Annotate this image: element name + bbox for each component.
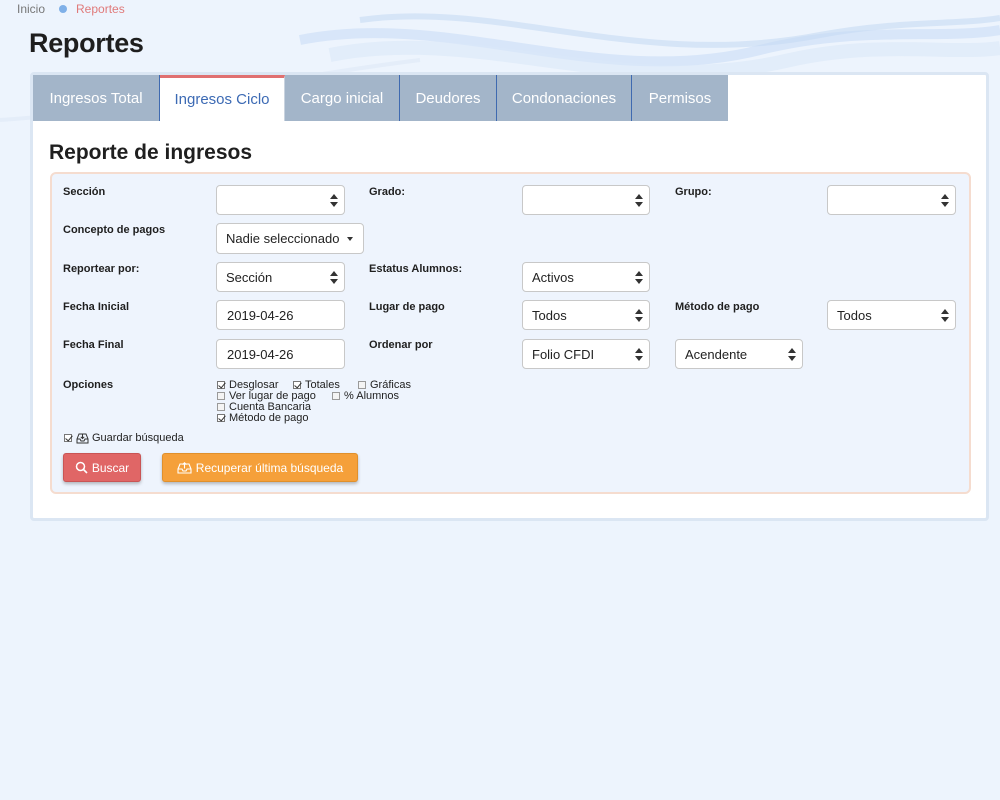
buscar-button-label: Buscar <box>91 460 130 475</box>
seccion-label: Sección <box>63 186 106 198</box>
metodo-pago-label: Método de pago <box>675 301 760 313</box>
option-porcentaje-alumnos[interactable]: % Alumnos <box>332 390 399 402</box>
select-arrows-icon <box>635 271 643 284</box>
select-arrows-icon <box>941 194 949 207</box>
recuperar-busqueda-label: Recuperar última búsqueda <box>195 460 344 475</box>
select-arrows-icon <box>330 271 338 284</box>
guardar-busqueda-label: Guardar búsqueda <box>92 432 184 444</box>
caret-down-icon <box>347 236 354 241</box>
inbox-upload-icon <box>177 461 192 474</box>
section-title: Reporte de ingresos <box>49 141 253 164</box>
fecha-inicial-label: Fecha Inicial <box>63 301 130 313</box>
fecha-final-input[interactable]: 2019-04-26 <box>216 339 345 369</box>
checkbox-checked-icon <box>293 381 301 389</box>
reportear-value: Sección <box>226 269 273 285</box>
inbox-icon <box>76 433 89 443</box>
checkbox-unchecked-icon <box>358 381 366 389</box>
tab-ingresos-total[interactable]: Ingresos Total <box>33 75 160 121</box>
reports-panel: Ingresos Total Ingresos Ciclo Cargo inic… <box>30 72 989 521</box>
page-title: Reportes <box>29 28 144 58</box>
tab-cargo-inicial[interactable]: Cargo inicial <box>285 75 400 121</box>
checkbox-unchecked-icon <box>332 392 340 400</box>
metodo-pago-select[interactable]: Todos <box>827 300 956 330</box>
opciones-label: Opciones <box>63 379 114 391</box>
fecha-inicial-input[interactable]: 2019-04-26 <box>216 300 345 330</box>
breadcrumb-home-link[interactable]: Inicio <box>17 2 45 16</box>
estatus-label: Estatus Alumnos: <box>369 263 463 275</box>
option-metodo-pago[interactable]: Método de pago <box>217 412 309 424</box>
select-arrows-icon <box>635 309 643 322</box>
search-icon <box>75 461 88 474</box>
option-label: % Alumnos <box>344 390 400 402</box>
ordenar-value: Folio CFDI <box>532 346 595 362</box>
select-arrows-icon <box>788 348 796 361</box>
ordenar-label: Ordenar por <box>369 339 433 351</box>
checkbox-unchecked-icon <box>217 403 225 411</box>
concepto-multiselect[interactable]: Nadie seleccionado <box>216 223 364 254</box>
reportear-label: Reportear por: <box>63 263 140 275</box>
lugar-pago-select[interactable]: Todos <box>522 300 650 330</box>
tab-ingresos-ciclo[interactable]: Ingresos Ciclo <box>160 75 285 121</box>
recuperar-busqueda-button[interactable]: Recuperar última búsqueda <box>162 453 358 482</box>
concepto-value: Nadie seleccionado <box>226 231 340 246</box>
concepto-label: Concepto de pagos <box>63 224 166 236</box>
report-form: Sección Grado: Grupo: Concepto de pagos … <box>50 172 971 494</box>
grupo-select[interactable] <box>827 185 956 215</box>
tab-permisos[interactable]: Permisos <box>632 75 728 121</box>
ordenar-select[interactable]: Folio CFDI <box>522 339 650 369</box>
ordenar-direction-select[interactable]: Acendente <box>675 339 803 369</box>
report-tabs: Ingresos Total Ingresos Ciclo Cargo inic… <box>33 75 728 121</box>
lugar-pago-label: Lugar de pago <box>369 301 445 313</box>
checkbox-unchecked-icon <box>217 392 225 400</box>
grado-select[interactable] <box>522 185 650 215</box>
checkbox-checked-icon <box>217 381 225 389</box>
select-arrows-icon <box>330 194 338 207</box>
select-arrows-icon <box>635 348 643 361</box>
estatus-value: Activos <box>532 269 574 285</box>
ordenar-direction-value: Acendente <box>685 346 748 362</box>
select-arrows-icon <box>635 194 643 207</box>
checkbox-checked-icon <box>217 414 225 422</box>
breadcrumb-separator-dot <box>59 5 68 13</box>
grupo-label: Grupo: <box>675 186 712 198</box>
metodo-pago-value: Todos <box>837 307 872 323</box>
lugar-pago-value: Todos <box>532 307 567 323</box>
checkbox-checked-icon <box>64 434 72 442</box>
fecha-final-label: Fecha Final <box>63 339 124 351</box>
breadcrumb: Inicio Reportes <box>17 2 125 16</box>
guardar-busqueda-checkbox[interactable]: Guardar búsqueda <box>64 432 184 444</box>
select-arrows-icon <box>941 309 949 322</box>
tab-condonaciones[interactable]: Condonaciones <box>497 75 632 121</box>
buscar-button[interactable]: Buscar <box>63 453 141 482</box>
grado-label: Grado: <box>369 186 406 198</box>
seccion-select[interactable] <box>216 185 345 215</box>
breadcrumb-current: Reportes <box>76 2 125 16</box>
tab-deudores[interactable]: Deudores <box>400 75 497 121</box>
option-label: Método de pago <box>229 412 309 424</box>
estatus-select[interactable]: Activos <box>522 262 650 292</box>
reportear-select[interactable]: Sección <box>216 262 345 292</box>
